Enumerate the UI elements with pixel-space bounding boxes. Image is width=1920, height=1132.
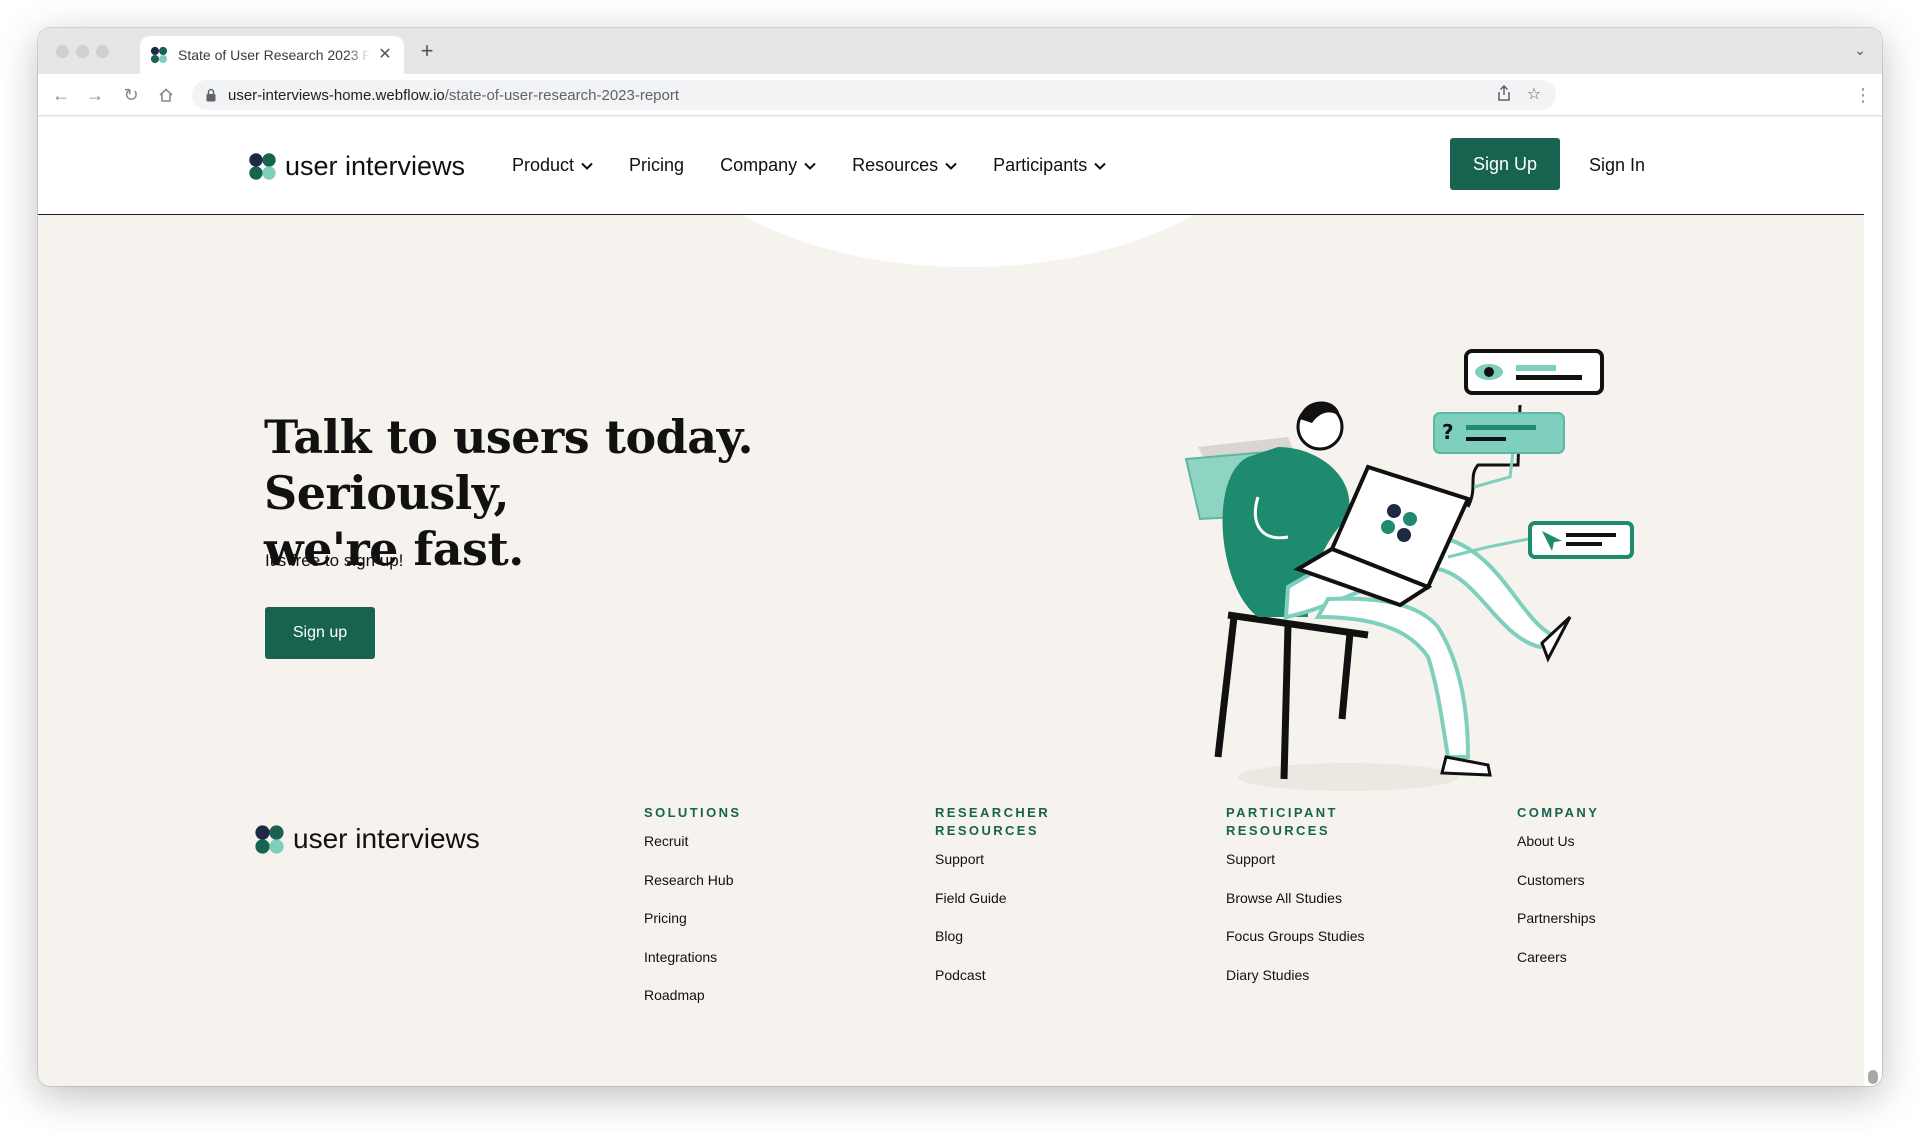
- footer-link-diary-studies[interactable]: Diary Studies: [1226, 966, 1365, 1005]
- footer-heading-line: PARTICIPANT: [1226, 805, 1338, 820]
- scrollbar-thumb[interactable]: [1868, 1070, 1878, 1084]
- footer-heading-line: RESOURCES: [1226, 823, 1330, 838]
- footer-link-blog[interactable]: Blog: [935, 927, 1050, 966]
- footer-link-support[interactable]: Support: [1226, 850, 1365, 889]
- nav-resources[interactable]: Resources: [852, 155, 957, 176]
- new-tab-button[interactable]: +: [416, 40, 438, 63]
- tab-title: State of User Research 2023 Report: [178, 47, 370, 63]
- chevron-down-icon: [581, 162, 593, 170]
- hero-title-line-1: Talk to users today. Seriously,: [264, 410, 754, 520]
- nav-participants[interactable]: Participants: [993, 155, 1106, 176]
- home-icon[interactable]: [155, 84, 177, 106]
- chevron-down-icon: [804, 162, 816, 170]
- footer-link-pricing[interactable]: Pricing: [644, 909, 741, 948]
- footer-link-customers[interactable]: Customers: [1517, 871, 1599, 910]
- browser-toolbar: ← → ↻ user-interviews-home.webflow.io/st…: [38, 74, 1882, 116]
- chevron-down-icon: [945, 162, 957, 170]
- user-interviews-logo-icon: [249, 153, 276, 180]
- header-sign-up-button[interactable]: Sign Up: [1450, 138, 1560, 190]
- url-text[interactable]: user-interviews-home.webflow.io/state-of…: [228, 87, 679, 104]
- footer-column-solutions: SOLUTIONS Recruit Research Hub Pricing I…: [644, 804, 741, 1025]
- address-bar[interactable]: user-interviews-home.webflow.io/state-of…: [192, 80, 1556, 110]
- footer-heading: PARTICIPANT RESOURCES: [1226, 804, 1365, 840]
- footer-heading-line: RESOURCES: [935, 823, 1039, 838]
- footer-logo-text: user interviews: [293, 823, 480, 854]
- site-header: user interviews Product Pricing Company …: [38, 117, 1864, 215]
- main-nav: Product Pricing Company Resources Partic…: [512, 155, 1142, 176]
- footer-link-about-us[interactable]: About Us: [1517, 832, 1599, 871]
- reload-icon[interactable]: ↻: [120, 84, 142, 106]
- site-logo[interactable]: user interviews: [248, 151, 465, 182]
- nav-pricing-label: Pricing: [629, 155, 685, 175]
- url-host: user-interviews-home.webflow.io: [228, 87, 445, 104]
- nav-product-label: Product: [512, 155, 575, 175]
- webpage: user interviews Product Pricing Company …: [38, 117, 1864, 1086]
- hero-sign-up-button[interactable]: Sign up: [265, 607, 375, 659]
- tab-strip: State of User Research 2023 Report ✕ + ⌄: [38, 28, 1882, 74]
- footer-links: Recruit Research Hub Pricing Integration…: [644, 832, 741, 1025]
- tab-search-chevron-icon[interactable]: ⌄: [1854, 42, 1866, 59]
- footer-link-field-guide[interactable]: Field Guide: [935, 889, 1050, 928]
- footer-column-participant-resources: PARTICIPANT RESOURCES Support Browse All…: [1226, 804, 1365, 1004]
- footer-link-partnerships[interactable]: Partnerships: [1517, 909, 1599, 948]
- footer-link-browse-all-studies[interactable]: Browse All Studies: [1226, 889, 1365, 928]
- close-tab-icon[interactable]: ✕: [376, 46, 394, 64]
- footer-link-recruit[interactable]: Recruit: [644, 832, 741, 871]
- footer-column-company: COMPANY About Us Customers Partnerships …: [1517, 804, 1599, 986]
- nav-company-label: Company: [720, 155, 798, 175]
- footer-link-support[interactable]: Support: [935, 850, 1050, 889]
- footer-link-podcast[interactable]: Podcast: [935, 966, 1050, 1005]
- zoom-window-dot[interactable]: [96, 45, 109, 58]
- minimize-window-dot[interactable]: [76, 45, 89, 58]
- nav-company[interactable]: Company: [720, 155, 816, 176]
- browser-window: State of User Research 2023 Report ✕ + ⌄…: [38, 28, 1882, 1086]
- browser-tab[interactable]: State of User Research 2023 Report ✕: [140, 36, 404, 74]
- footer-link-careers[interactable]: Careers: [1517, 948, 1599, 987]
- footer-logo[interactable]: user interviews: [254, 823, 480, 855]
- browser-menu-icon[interactable]: ⋮: [1854, 84, 1872, 106]
- footer-links: Support Browse All Studies Focus Groups …: [1226, 850, 1365, 1004]
- footer-link-focus-groups-studies[interactable]: Focus Groups Studies: [1226, 927, 1365, 966]
- chevron-down-icon: [1094, 162, 1106, 170]
- footer-link-roadmap[interactable]: Roadmap: [644, 986, 741, 1025]
- url-path: /state-of-user-research-2023-report: [444, 87, 680, 104]
- share-icon[interactable]: [1494, 84, 1514, 105]
- user-interviews-favicon-icon: [150, 46, 168, 64]
- nav-resources-label: Resources: [852, 155, 939, 175]
- footer-link-research-hub[interactable]: Research Hub: [644, 871, 741, 910]
- footer-heading: SOLUTIONS: [644, 804, 741, 822]
- nav-participants-label: Participants: [993, 155, 1088, 175]
- user-interviews-logo-icon: [255, 824, 284, 854]
- bookmark-star-icon[interactable]: ☆: [1524, 85, 1544, 105]
- footer-links: Support Field Guide Blog Podcast: [935, 850, 1050, 1004]
- header-sign-in-link[interactable]: Sign In: [1589, 155, 1645, 176]
- nav-product[interactable]: Product: [512, 155, 593, 176]
- footer-heading-line: SOLUTIONS: [644, 805, 742, 820]
- footer-heading: RESEARCHER RESOURCES: [935, 804, 1050, 840]
- footer-links: About Us Customers Partnerships Careers: [1517, 832, 1599, 986]
- lock-icon: [206, 88, 216, 102]
- person-with-laptop-illustration: ?: [1184, 349, 1634, 791]
- footer-column-researcher-resources: RESEARCHER RESOURCES Support Field Guide…: [935, 804, 1050, 1004]
- footer-link-integrations[interactable]: Integrations: [644, 948, 741, 987]
- nav-pricing[interactable]: Pricing: [629, 155, 684, 176]
- footer-heading-line: COMPANY: [1517, 805, 1600, 820]
- forward-arrow-icon[interactable]: →: [84, 84, 106, 106]
- logo-text: user interviews: [285, 151, 466, 181]
- close-window-dot[interactable]: [56, 45, 69, 58]
- hero-subtitle: It's free to sign up!: [265, 551, 404, 570]
- svg-text:?: ?: [1442, 420, 1454, 444]
- footer-heading: COMPANY: [1517, 804, 1599, 822]
- page-scrollbar[interactable]: [1864, 117, 1882, 1086]
- back-arrow-icon[interactable]: ←: [50, 84, 72, 106]
- footer-heading-line: RESEARCHER: [935, 805, 1051, 820]
